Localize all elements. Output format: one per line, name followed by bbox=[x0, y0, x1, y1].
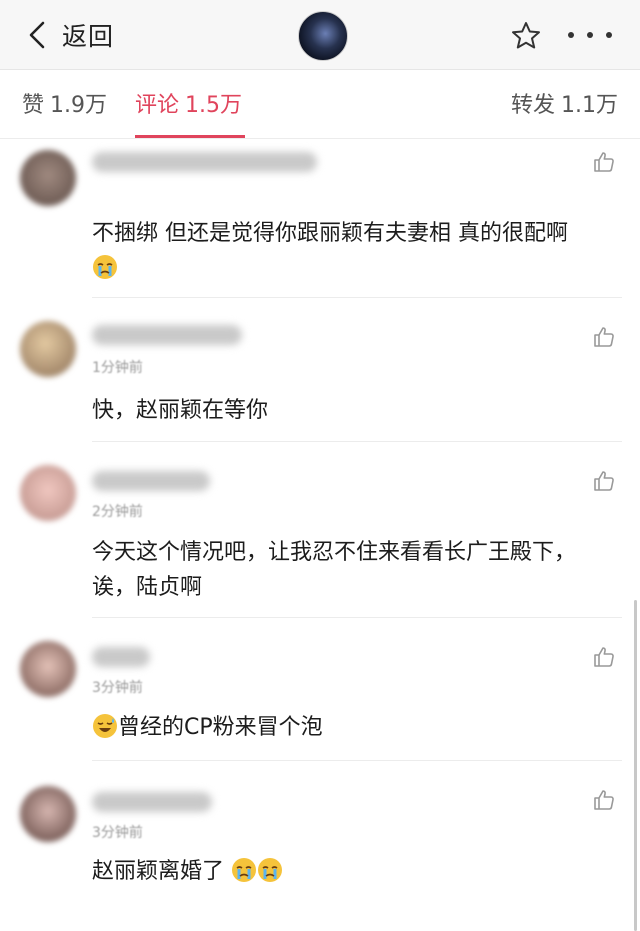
comment-item: 1分钟前 快，赵丽颖在等你 bbox=[0, 299, 640, 442]
star-outline-icon[interactable] bbox=[510, 20, 542, 52]
back-label: 返回 bbox=[62, 22, 115, 51]
tab-likes-label: 赞 bbox=[22, 93, 45, 118]
tab-comments-label: 评论 bbox=[135, 93, 180, 118]
commenter-name-blurred[interactable] bbox=[92, 647, 150, 667]
commenter-name-blurred[interactable] bbox=[92, 152, 317, 172]
comment-divider bbox=[92, 441, 622, 442]
thumbs-up-icon[interactable] bbox=[592, 645, 616, 669]
profile-avatar[interactable] bbox=[298, 11, 348, 61]
tab-comments[interactable]: 评论 1.5万 bbox=[135, 87, 242, 119]
thumbs-up-icon[interactable] bbox=[592, 469, 616, 493]
crying-emoji-icon bbox=[258, 858, 283, 882]
commenter-avatar[interactable] bbox=[20, 786, 76, 842]
comment-time: 3分钟前 bbox=[92, 825, 143, 841]
crying-emoji-icon bbox=[93, 255, 117, 279]
chevron-left-icon bbox=[29, 21, 45, 49]
crying-emoji-icon bbox=[232, 858, 257, 882]
tab-likes-count: 1.9万 bbox=[50, 93, 108, 118]
comment-divider bbox=[92, 297, 622, 298]
comment-time: 1分钟前 bbox=[92, 360, 143, 376]
tab-bar: 赞 1.9万 评论 1.5万 转发 1.1万 bbox=[0, 71, 640, 139]
thumbs-up-icon[interactable] bbox=[592, 325, 616, 349]
comment-text-content: 不捆绑 但还是觉得你跟丽颖有夫妻相 真的很配啊 bbox=[92, 221, 568, 246]
tab-comments-count: 1.5万 bbox=[185, 93, 243, 118]
back-button[interactable]: 返回 bbox=[26, 14, 114, 56]
comment-text: 曾经的CP粉来冒个泡 bbox=[92, 710, 612, 745]
comment-divider bbox=[92, 617, 622, 618]
active-tab-indicator bbox=[135, 135, 245, 138]
commenter-name-blurred[interactable] bbox=[92, 792, 212, 812]
comment-item: 不捆绑 但还是觉得你跟丽颖有夫妻相 真的很配啊 bbox=[0, 140, 640, 298]
comment-item: 2分钟前 今天这个情况吧，让我忍不住来看看长广王殿下，诶，陆贞啊 bbox=[0, 443, 640, 618]
sweat-smile-emoji-icon bbox=[93, 714, 117, 738]
comment-divider bbox=[92, 760, 622, 761]
comment-text: 快，赵丽颖在等你 bbox=[92, 398, 269, 423]
thumbs-up-icon[interactable] bbox=[592, 788, 616, 812]
tab-likes[interactable]: 赞 1.9万 bbox=[22, 87, 107, 119]
comment-item: 3分钟前 赵丽颖离婚了 bbox=[0, 762, 640, 931]
comment-text: 今天这个情况吧，让我忍不住来看看长广王殿下，诶，陆贞啊 bbox=[92, 540, 577, 600]
comment-time: 2分钟前 bbox=[92, 504, 143, 520]
thumbs-up-icon[interactable] bbox=[592, 150, 616, 174]
commenter-name-blurred[interactable] bbox=[92, 325, 242, 345]
commenter-avatar[interactable] bbox=[20, 465, 76, 521]
scrollbar[interactable] bbox=[634, 600, 637, 931]
more-dot bbox=[568, 32, 574, 38]
top-nav-bar: 返回 bbox=[0, 0, 640, 70]
more-dot bbox=[606, 32, 612, 38]
comment-text: 不捆绑 但还是觉得你跟丽颖有夫妻相 真的很配啊 bbox=[92, 216, 612, 286]
comment-item: 3分钟前 曾经的CP粉来冒个泡 bbox=[0, 619, 640, 761]
more-horizontal-icon[interactable] bbox=[568, 20, 612, 50]
commenter-avatar[interactable] bbox=[20, 150, 76, 206]
comment-text: 赵丽颖离婚了 bbox=[92, 854, 612, 889]
more-dot bbox=[587, 32, 593, 38]
comment-text-content: 赵丽颖离婚了 bbox=[92, 859, 225, 884]
commenter-avatar[interactable] bbox=[20, 321, 76, 377]
commenter-avatar[interactable] bbox=[20, 641, 76, 697]
commenter-name-blurred[interactable] bbox=[92, 471, 210, 491]
comment-text-content: 曾经的CP粉来冒个泡 bbox=[118, 715, 323, 740]
tab-reposts-count: 1.1万 bbox=[561, 93, 618, 118]
tab-reposts-label: 转发 bbox=[510, 93, 555, 118]
tab-reposts[interactable]: 转发 1.1万 bbox=[511, 87, 618, 119]
comment-time: 3分钟前 bbox=[92, 680, 143, 696]
